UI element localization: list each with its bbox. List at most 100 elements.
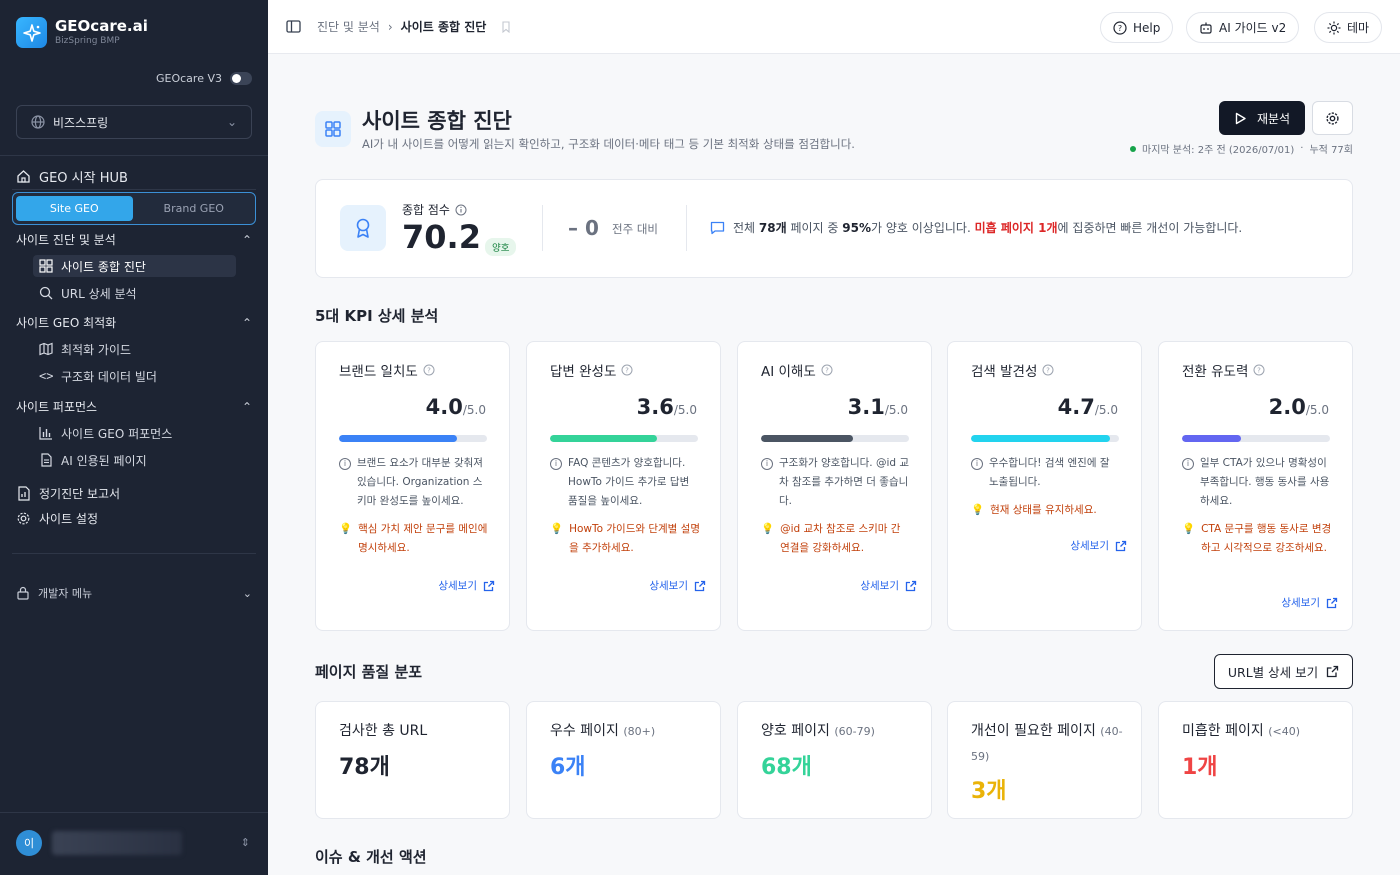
kpi-detail-link[interactable]: 상세보기 xyxy=(1070,538,1127,553)
kpi-name: 검색 발견성 xyxy=(971,364,1038,380)
sidebar-item-report[interactable]: 정기진단 보고서 xyxy=(16,485,120,502)
breadcrumb-item[interactable]: 진단 및 분석 xyxy=(317,18,380,35)
user-profile[interactable]: 이 xyxy=(16,830,182,856)
help-icon[interactable]: ? xyxy=(621,364,633,376)
tab-brand-geo[interactable]: Brand GEO xyxy=(136,196,253,221)
sidebar-item-label: 정기진단 보고서 xyxy=(39,487,121,501)
sidebar-item-url-analysis[interactable]: URL 상세 분석 xyxy=(33,282,236,304)
help-icon[interactable]: ? xyxy=(423,364,435,376)
ai-guide-label: AI 가이드 v2 xyxy=(1219,21,1287,35)
kpi-detail-link[interactable]: 상세보기 xyxy=(1281,595,1338,610)
kpi-detail-link[interactable]: 상세보기 xyxy=(649,578,706,593)
sidebar-item-schema-builder[interactable]: <> 구조화 데이터 빌더 xyxy=(33,365,236,387)
breadcrumb: 진단 및 분석 › 사이트 종합 진단 xyxy=(286,18,512,35)
chevron-up-icon: ⌃ xyxy=(241,399,252,414)
help-button[interactable]: ? Help xyxy=(1100,12,1174,43)
avatar: 이 xyxy=(16,830,42,856)
kpi-progress-bar xyxy=(1182,435,1330,442)
kpi-score: 4.0/5.0 xyxy=(425,395,486,419)
help-icon[interactable]: ? xyxy=(1042,364,1054,376)
app-name: GEOcare.ai xyxy=(55,17,148,35)
sidebar-group-performance[interactable]: 사이트 퍼포먼스 ⌃ xyxy=(16,398,252,415)
issues-section-title: 이슈 & 개선 액션 xyxy=(315,848,427,866)
kpi-note: i 우수합니다! 검색 엔진에 잘 노출됩니다. xyxy=(971,454,1121,492)
help-icon: ? xyxy=(1113,20,1127,35)
sidebar-group-optimization[interactable]: 사이트 GEO 최적화 ⌃ xyxy=(16,314,252,331)
breadcrumb-separator-icon: › xyxy=(387,19,393,34)
search-icon xyxy=(39,286,53,300)
distribution-label: 개선이 필요한 페이지 (40-59) xyxy=(971,723,1123,763)
kpi-progress-fill xyxy=(339,435,458,442)
external-link-icon xyxy=(1326,665,1339,678)
kpi-detail-link[interactable]: 상세보기 xyxy=(438,578,495,593)
org-selector[interactable]: 비즈스프링 ⌄ xyxy=(16,105,252,139)
sidebar-item-label: 구조화 데이터 빌더 xyxy=(61,369,157,384)
message-icon xyxy=(710,221,725,234)
external-link-icon xyxy=(694,580,706,591)
cumulative-count: 누적 77회 xyxy=(1309,145,1353,156)
kpi-progress-fill xyxy=(550,435,657,442)
settings-button[interactable] xyxy=(1312,101,1353,135)
sidebar-item-label: 사이트 설정 xyxy=(39,512,99,526)
distribution-value: 78개 xyxy=(339,755,390,780)
ai-guide-button[interactable]: AI 가이드 v2 xyxy=(1186,12,1300,43)
kpi-tip: 💡 현재 상태를 유지하세요. xyxy=(971,501,1121,520)
version-toggle[interactable] xyxy=(230,72,252,85)
distribution-value: 3개 xyxy=(971,779,1007,804)
kpi-section-title: 5대 KPI 상세 분석 xyxy=(315,307,439,325)
reanalyze-button[interactable]: 재분석 xyxy=(1219,101,1305,135)
home-icon xyxy=(17,170,30,183)
score-summary: 전체 78개 페이지 중 95%가 양호 이상입니다. 미흡 페이지 1개에 집… xyxy=(710,219,1242,236)
sidebar-item-optimization-guide[interactable]: 최적화 가이드 xyxy=(33,338,236,360)
distribution-card: 우수 페이지 (80+) 6개 xyxy=(526,701,721,819)
chevron-updown-icon[interactable]: ⇕ xyxy=(241,836,250,849)
sidebar-item-label: URL 상세 분석 xyxy=(61,286,137,301)
sidebar-divider xyxy=(12,553,256,554)
document-icon xyxy=(41,453,52,467)
geo-mode-switch: Site GEO Brand GEO xyxy=(12,192,256,225)
kpi-name-row: 전환 유도력? xyxy=(1182,360,1265,380)
chevron-up-icon: ⌃ xyxy=(241,315,252,330)
kpi-score: 3.6/5.0 xyxy=(636,395,697,419)
sidebar-item-label: 사이트 GEO 퍼포먼스 xyxy=(61,426,173,441)
external-link-icon xyxy=(905,580,917,591)
sidebar-item-ai-cited-pages[interactable]: AI 인용된 페이지 xyxy=(33,449,236,471)
kpi-progress-bar xyxy=(971,435,1119,442)
grid-icon xyxy=(39,259,53,273)
info-icon[interactable] xyxy=(455,204,467,216)
lightbulb-icon: 💡 xyxy=(1182,523,1196,535)
url-detail-button[interactable]: URL별 상세 보기 xyxy=(1214,654,1353,689)
distribution-value: 1개 xyxy=(1182,755,1218,780)
help-icon[interactable]: ? xyxy=(1253,364,1265,376)
sidebar-item-site-diagnosis[interactable]: 사이트 종합 진단 xyxy=(33,255,236,277)
dev-menu[interactable]: 개발자 메뉴 ⌄ xyxy=(16,585,252,601)
kpi-score: 3.1/5.0 xyxy=(847,395,908,419)
kpi-progress-bar xyxy=(550,435,698,442)
info-icon: i xyxy=(761,458,773,470)
help-icon[interactable]: ? xyxy=(821,364,833,376)
help-label: Help xyxy=(1133,20,1161,35)
kpi-tip: 💡 핵심 가치 제안 문구를 메인에 명시하세요. xyxy=(339,520,489,558)
kpi-name: 전환 유도력 xyxy=(1182,364,1249,380)
sidebar-item-hub[interactable]: GEO 시작 HUB xyxy=(16,167,128,186)
kpi-note: i FAQ 콘텐츠가 양호합니다. HowTo 가이드 추가로 답변 품질을 높이… xyxy=(550,454,700,511)
tab-site-geo[interactable]: Site GEO xyxy=(16,196,133,221)
bar-chart-icon xyxy=(39,427,52,440)
kpi-name: 브랜드 일치도 xyxy=(339,364,418,380)
kpi-detail-link[interactable]: 상세보기 xyxy=(860,578,917,593)
sidebar-toggle-icon[interactable] xyxy=(286,19,301,34)
app-subtitle: BizSpring BMP xyxy=(55,36,120,46)
kpi-progress-bar xyxy=(761,435,909,442)
sidebar-item-settings[interactable]: 사이트 설정 xyxy=(16,510,98,527)
external-link-icon xyxy=(483,580,495,591)
theme-button[interactable]: 테마 xyxy=(1314,12,1383,43)
bookmark-icon[interactable] xyxy=(500,20,512,33)
robot-icon xyxy=(1200,22,1212,34)
chevron-down-icon: ⌄ xyxy=(242,586,252,600)
sidebar-group-title: 사이트 GEO 최적화 xyxy=(16,316,117,330)
sidebar-group-diagnosis[interactable]: 사이트 진단 및 분석 ⌃ xyxy=(16,231,252,248)
lightbulb-icon: 💡 xyxy=(971,504,985,516)
distribution-label: 검사한 총 URL xyxy=(339,723,428,739)
sidebar-item-geo-performance[interactable]: 사이트 GEO 퍼포먼스 xyxy=(33,422,236,444)
app-brand[interactable]: GEOcare.ai BizSpring BMP xyxy=(16,17,148,48)
